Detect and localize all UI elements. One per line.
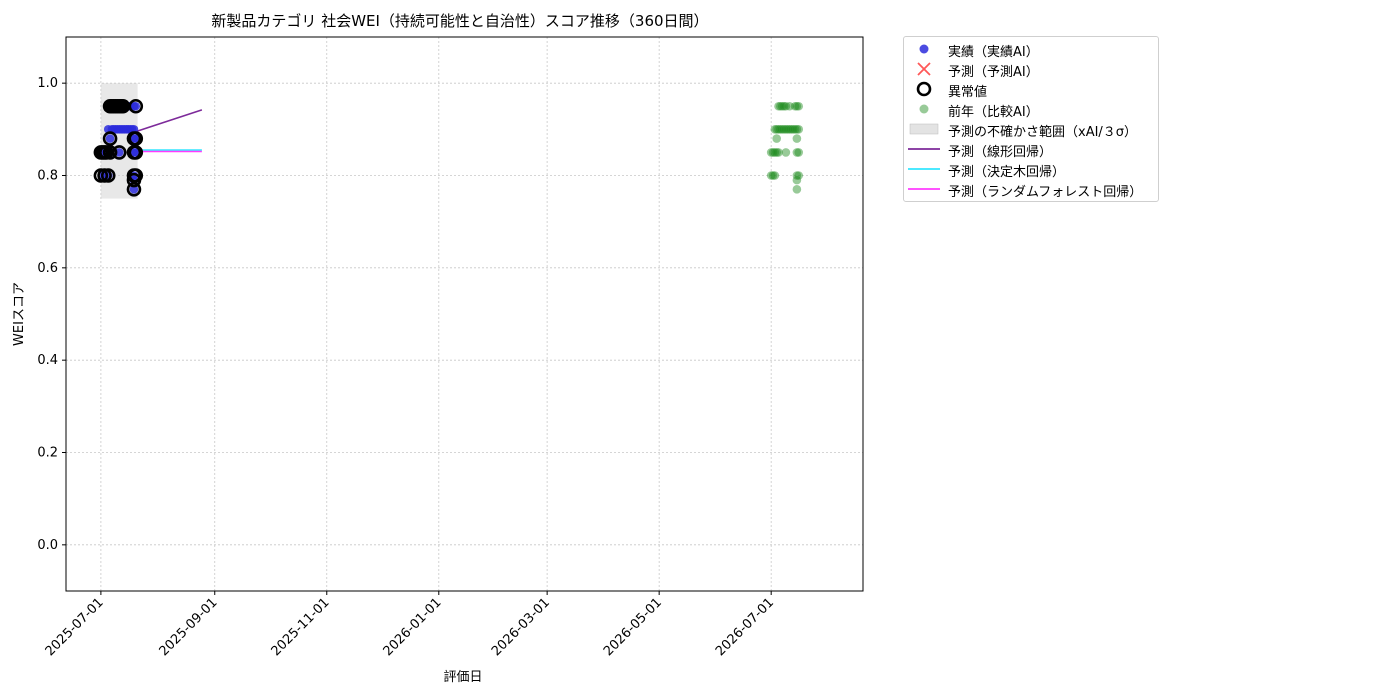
legend-swatch: [917, 62, 931, 76]
prev-year-point: [772, 134, 781, 143]
forecast-line: [135, 109, 203, 133]
x-tick-label: 2025-09-01: [157, 595, 221, 659]
y-tick-label: 0.4: [37, 353, 58, 368]
y-tick-label: 0.0: [37, 538, 58, 553]
legend-label: 実績（実績AI）: [948, 45, 1039, 60]
chart-title: 新製品カテゴリ 社会WEI（持続可能性と自治性）スコア推移（360日間）: [211, 12, 708, 30]
legend-entry: 異常値: [904, 79, 1158, 100]
legend-entry: 前年（比較AI）: [904, 99, 1158, 120]
legend-swatch: [916, 81, 932, 97]
x-tick-label: 2025-07-01: [43, 595, 107, 659]
y-axis-label: WEIスコア: [12, 282, 27, 346]
plot-frame: [65, 36, 864, 592]
legend-entry: 予測の不確かさ範囲（xAI/３σ）: [904, 119, 1158, 140]
x-tick-label: 2026-05-01: [601, 595, 665, 659]
grid-layer: [66, 37, 863, 591]
prev-year-point: [794, 125, 804, 134]
x-tick-label: 2026-07-01: [713, 595, 777, 659]
legend-swatch: [908, 148, 940, 150]
y-tick-label: 0.6: [37, 261, 58, 276]
legend-swatch: [909, 123, 939, 135]
legend-swatch: [908, 188, 940, 190]
legend-band-swatch: [909, 123, 939, 135]
legend-entry: 実績（実績AI）: [904, 39, 1158, 60]
legend-anomaly-swatch: [916, 81, 932, 97]
legend-actual-swatch: [919, 44, 929, 54]
prev-year-point: [794, 171, 804, 180]
legend-entry: 予測（予測AI）: [904, 59, 1158, 80]
legend-swatch: [919, 104, 929, 114]
legend-swatch: [908, 168, 940, 170]
legend-entry: 予測（ランダムフォレスト回帰）: [904, 179, 1158, 200]
legend-label: 予測（予測AI）: [948, 65, 1039, 80]
legend-swatch: [919, 44, 929, 54]
y-tick-label: 0.2: [37, 446, 58, 461]
prev-year-point: [794, 148, 804, 157]
y-tick-label: 1.0: [37, 76, 58, 91]
y-tick-label: 0.8: [37, 169, 58, 184]
legend-forecast-x-swatch: [917, 62, 931, 76]
actual-point: [105, 134, 115, 143]
x-axis-label: 評価日: [443, 670, 482, 685]
legend-label: 予測の不確かさ範囲（xAI/３σ）: [948, 125, 1138, 140]
series-layer: [93, 98, 804, 197]
legend-label: 予測（線形回帰）: [948, 145, 1053, 160]
prev-year-point: [781, 148, 791, 157]
legend-label: 異常値: [948, 85, 988, 100]
chart-canvas: 2025-07-01 2025-09-01 2025-11-01 2026-01-01…: [12, 12, 864, 685]
prev-year-point: [792, 185, 802, 194]
legend: 実績（実績AI） 予測（予測AI） 異常値前年（比較AI） 予測の不確かさ範囲（xAI…: [903, 36, 1159, 202]
tick-layer: 2025-07-01 2025-09-01 2025-11-01 2026-01-01…: [37, 76, 777, 659]
legend-label: 予測（決定木回帰）: [948, 165, 1066, 180]
x-tick-label: 2025-11-01: [269, 595, 333, 659]
legend-entry: 予測（決定木回帰）: [904, 159, 1158, 180]
prev-year-point: [770, 171, 780, 180]
x-tick-label: 2026-03-01: [489, 595, 553, 659]
legend-label: 予測（ランダムフォレスト回帰）: [948, 185, 1143, 200]
prev-year-point: [794, 101, 804, 111]
prev-year-point: [792, 134, 802, 143]
legend-entry: 予測（線形回帰）: [904, 139, 1158, 160]
x-tick-label: 2026-01-01: [381, 595, 445, 659]
actual-point: [131, 101, 141, 111]
prev-year-point: [774, 148, 783, 157]
legend-prev-year-swatch: [919, 104, 929, 114]
legend-label: 前年（比較AI）: [948, 105, 1039, 120]
